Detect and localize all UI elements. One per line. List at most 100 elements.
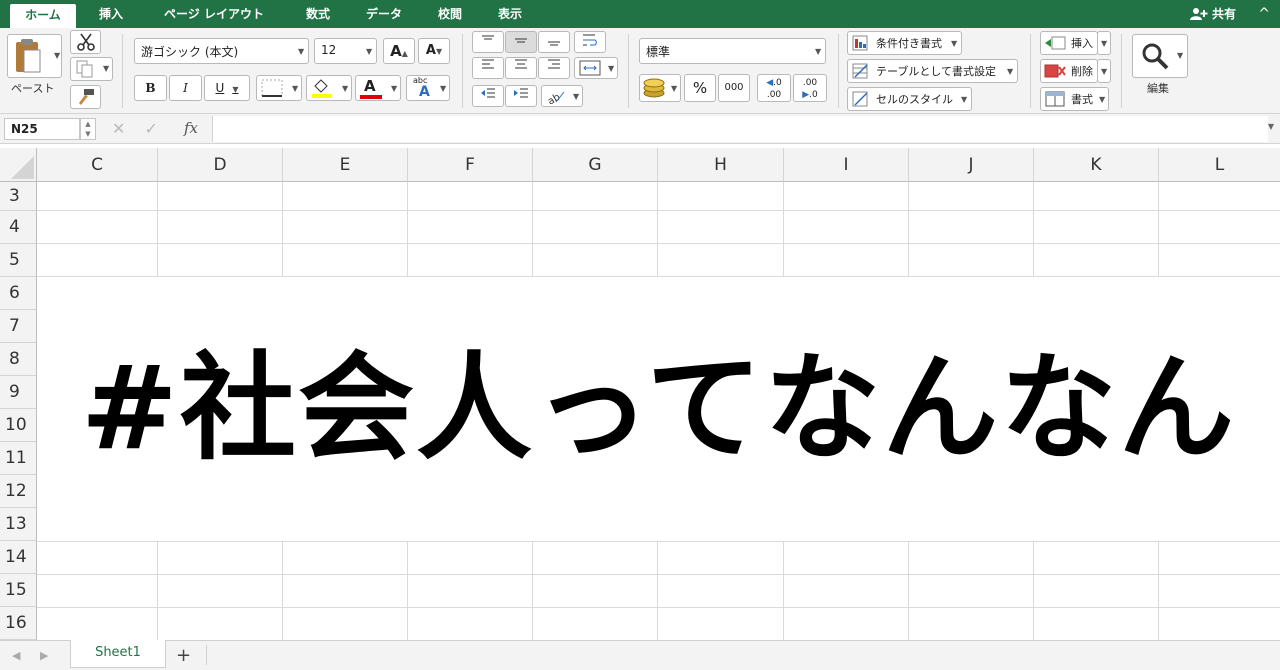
paste-button[interactable]: ▼ [7, 34, 62, 78]
merged-cell[interactable]: #社会人ってなんなん [37, 277, 1280, 541]
increase-decimal-icon: .00 [766, 90, 782, 100]
column-header-i[interactable]: I [784, 148, 909, 182]
next-sheet-icon[interactable]: ▶ [40, 649, 48, 662]
expand-formula-bar-icon[interactable]: ▼ [1268, 122, 1274, 131]
previous-sheet-icon[interactable]: ◀ [12, 649, 20, 662]
font-size-select[interactable]: 12 ▼ [314, 38, 377, 64]
sheet-tab-sheet1[interactable]: Sheet1 [70, 640, 166, 668]
insert-function-button[interactable]: fx [184, 119, 198, 137]
column-header-c[interactable]: C [37, 148, 158, 182]
format-as-table-button[interactable]: テーブルとして書式設定 ▼ [847, 59, 1018, 83]
decrease-decimal-button[interactable]: .00 ▶.0 [793, 74, 827, 102]
row-header-12[interactable]: 12 [0, 475, 37, 508]
insert-cells-button[interactable]: 挿入 [1040, 31, 1098, 55]
row-header-13[interactable]: 13 [0, 508, 37, 541]
formula-input[interactable] [212, 116, 1268, 142]
accounting-format-button[interactable]: ▼ [639, 74, 681, 102]
tab-home[interactable]: ホーム [10, 4, 76, 28]
column-header-l[interactable]: L [1159, 148, 1280, 182]
row-header-16[interactable]: 16 [0, 607, 37, 640]
format-painter-button[interactable] [70, 85, 101, 109]
align-center-button[interactable] [505, 57, 537, 79]
row-header-4[interactable]: 4 [0, 211, 37, 244]
group-separator [1030, 34, 1031, 108]
italic-button[interactable]: I [169, 75, 202, 101]
copy-dropdown-icon[interactable]: ▼ [103, 64, 109, 73]
percent-style-button[interactable]: % [684, 74, 716, 102]
wrap-text-button[interactable] [574, 31, 606, 53]
fill-color-button[interactable]: ▼ [306, 75, 352, 101]
add-sheet-button[interactable]: + [176, 645, 191, 666]
phonetic-button[interactable]: abc A ▼ [406, 75, 450, 101]
font-color-button[interactable]: A ▼ [355, 75, 401, 101]
row-header-11[interactable]: 11 [0, 442, 37, 475]
align-right-button[interactable] [538, 57, 570, 79]
decrease-indent-button[interactable] [472, 85, 504, 107]
row-header-7[interactable]: 7 [0, 310, 37, 343]
column-header-d[interactable]: D [158, 148, 283, 182]
font-name-select[interactable]: 游ゴシック (本文) ▼ [134, 38, 309, 64]
paste-dropdown-icon[interactable]: ▼ [54, 51, 60, 60]
tab-view[interactable]: 表示 [488, 3, 532, 25]
row-header-3[interactable]: 3 [0, 182, 37, 211]
align-left-button[interactable] [472, 57, 504, 79]
borders-button[interactable]: ▼ [256, 75, 302, 101]
cancel-icon[interactable]: ✕ [112, 119, 125, 138]
row-header-5[interactable]: 5 [0, 244, 37, 277]
increase-decimal-button[interactable]: ◀.0.00 [757, 74, 791, 102]
gridline [157, 182, 158, 277]
shrink-font-button[interactable]: A▼ [418, 38, 450, 64]
row-header-9[interactable]: 9 [0, 376, 37, 409]
align-bottom-button[interactable] [538, 31, 570, 53]
orientation-button[interactable]: ab ▼ [541, 85, 583, 107]
delete-cells-button[interactable]: 削除 [1040, 59, 1098, 83]
share-button[interactable]: 共有 [1189, 3, 1236, 25]
conditional-formatting-button[interactable]: 条件付き書式 ▼ [847, 31, 962, 55]
add-person-icon [1189, 8, 1208, 20]
bold-button[interactable]: B [134, 75, 167, 101]
row-header-10[interactable]: 10 [0, 409, 37, 442]
increase-indent-button[interactable] [505, 85, 537, 107]
format-cells-button[interactable]: 書式 ▼ [1040, 87, 1109, 111]
select-all-corner[interactable] [0, 148, 37, 182]
tab-insert[interactable]: 挿入 [88, 3, 134, 25]
comma-style-button[interactable]: 000 [718, 74, 750, 102]
column-header-g[interactable]: G [533, 148, 658, 182]
number-format-select[interactable]: 標準 ▼ [639, 38, 826, 64]
copy-button[interactable]: ▼ [70, 57, 113, 81]
column-header-k[interactable]: K [1034, 148, 1159, 182]
cell-style-icon [852, 91, 868, 107]
tab-data[interactable]: データ [356, 3, 412, 25]
align-top-button[interactable] [472, 31, 504, 53]
chevron-down-icon: ▼ [815, 47, 822, 56]
insert-cells-dropdown[interactable]: ▼ [1097, 31, 1111, 55]
tab-page-layout[interactable]: ページ レイアウト [152, 3, 276, 25]
chevron-down-icon: ▼ [298, 47, 305, 56]
row-header-8[interactable]: 8 [0, 343, 37, 376]
column-header-h[interactable]: H [658, 148, 784, 182]
align-middle-button[interactable] [505, 31, 537, 53]
name-box-dropdown[interactable]: ▲ ▼ [80, 118, 96, 140]
tab-formulas[interactable]: 数式 [296, 3, 340, 25]
collapse-ribbon-button[interactable]: ^ [1258, 3, 1270, 25]
group-separator [838, 34, 839, 108]
find-select-button[interactable]: ▼ [1132, 34, 1188, 78]
name-box[interactable]: N25 [4, 118, 80, 140]
row-header-6[interactable]: 6 [0, 277, 37, 310]
grow-font-button[interactable]: A▲ [383, 38, 415, 64]
cut-button[interactable] [70, 30, 101, 54]
column-header-f[interactable]: F [408, 148, 533, 182]
merge-center-button[interactable]: ▼ [574, 57, 618, 79]
tab-review[interactable]: 校閲 [428, 3, 472, 25]
column-header-e[interactable]: E [283, 148, 408, 182]
font-color-icon: A [364, 77, 376, 95]
chevron-down-icon: ▼ [1177, 51, 1184, 60]
row-header-14[interactable]: 14 [0, 541, 37, 574]
underline-button[interactable]: U ▼ [204, 75, 250, 101]
decrease-decimal-icon: .0 [809, 90, 818, 100]
column-header-j[interactable]: J [909, 148, 1034, 182]
check-icon[interactable]: ✓ [145, 119, 158, 138]
cell-styles-button[interactable]: セルのスタイル ▼ [847, 87, 972, 111]
delete-cells-dropdown[interactable]: ▼ [1097, 59, 1111, 83]
row-header-15[interactable]: 15 [0, 574, 37, 607]
